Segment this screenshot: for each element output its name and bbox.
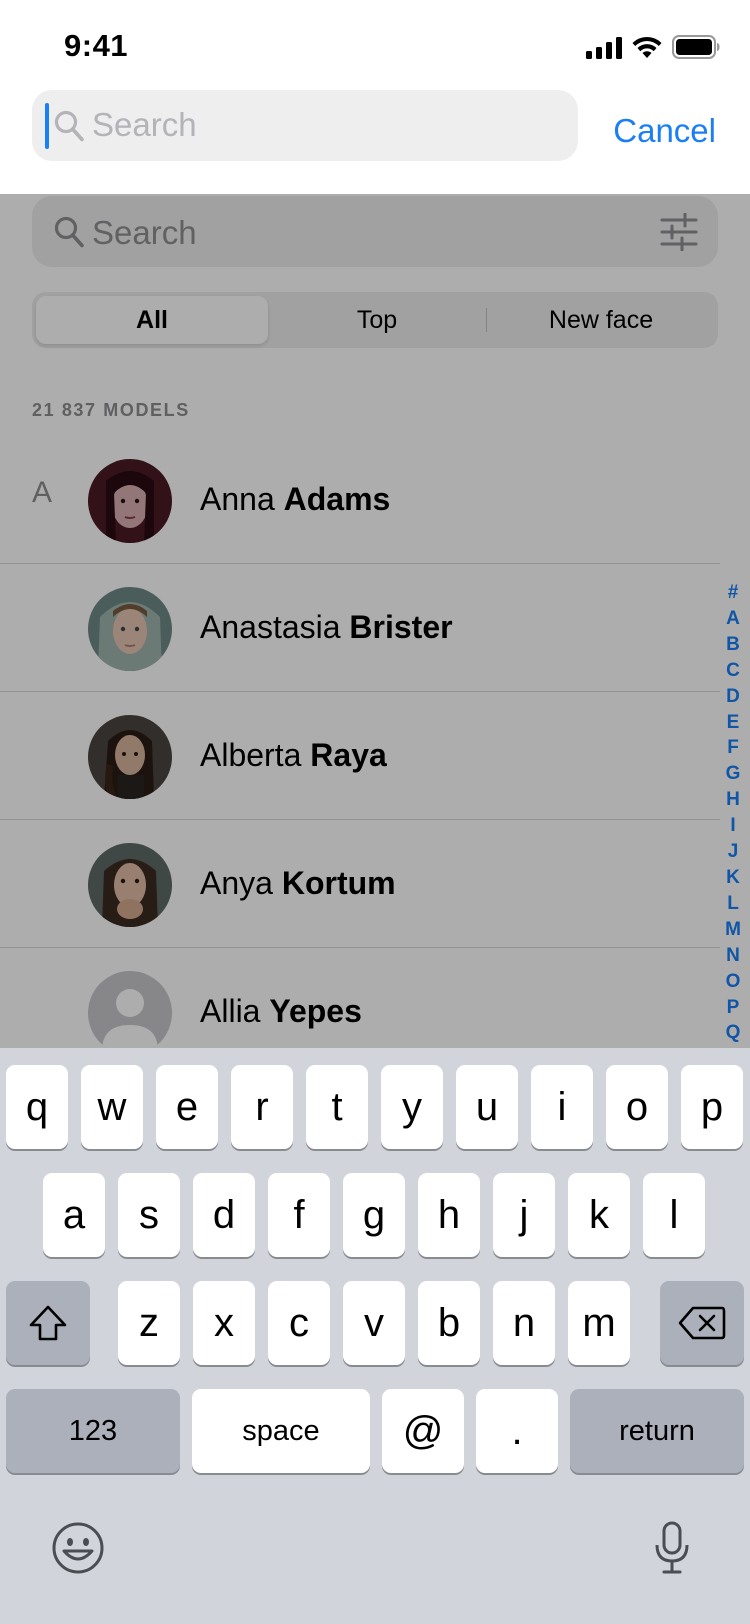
key-f[interactable]: f [268, 1173, 330, 1257]
avatar [88, 843, 172, 927]
search-input[interactable] [92, 98, 562, 152]
key-t[interactable]: t [306, 1065, 368, 1149]
key-e[interactable]: e [156, 1065, 218, 1149]
search-icon [54, 216, 84, 248]
filter-sliders-icon[interactable] [660, 213, 698, 251]
index-letter[interactable]: K [722, 865, 744, 891]
list-item-model[interactable]: Alberta Raya [0, 692, 720, 820]
index-letter[interactable]: D [722, 684, 744, 710]
list-search-bar[interactable]: Search [32, 196, 718, 267]
avatar [88, 459, 172, 543]
index-letter[interactable]: N [722, 943, 744, 969]
shift-arrow-icon [29, 1305, 67, 1341]
search-field[interactable] [32, 90, 578, 161]
space-key[interactable]: space [192, 1389, 370, 1473]
search-header: Cancel [0, 88, 750, 194]
status-icons [586, 33, 720, 59]
key-i[interactable]: i [531, 1065, 593, 1149]
key-z[interactable]: z [118, 1281, 180, 1365]
key-v[interactable]: v [343, 1281, 405, 1365]
dot-key[interactable]: . [476, 1389, 558, 1473]
segmented-control: All Top New face [32, 292, 718, 348]
numbers-key[interactable]: 123 [6, 1389, 180, 1473]
list-search-placeholder: Search [92, 214, 197, 251]
key-w[interactable]: w [81, 1065, 143, 1149]
index-letter[interactable]: # [722, 580, 744, 606]
index-letter[interactable]: E [722, 710, 744, 736]
key-l[interactable]: l [643, 1173, 705, 1257]
key-b[interactable]: b [418, 1281, 480, 1365]
emoji-button[interactable] [48, 1518, 108, 1578]
return-key[interactable]: return [570, 1389, 744, 1473]
at-key[interactable]: @ [382, 1389, 464, 1473]
models-list-screen: Search All Top New face 21 837 MODELS A … [0, 194, 750, 1048]
index-letter[interactable]: Q [722, 1020, 744, 1046]
key-h[interactable]: h [418, 1173, 480, 1257]
model-name: Anya Kortum [200, 865, 396, 901]
key-o[interactable]: o [606, 1065, 668, 1149]
key-a[interactable]: a [43, 1173, 105, 1257]
status-time: 9:41 [64, 28, 129, 63]
index-letter[interactable]: H [722, 787, 744, 813]
key-d[interactable]: d [193, 1173, 255, 1257]
section-index[interactable]: # A B C D E F G H I J K L M N O P Q [722, 580, 744, 1046]
avatar [88, 715, 172, 799]
key-c[interactable]: c [268, 1281, 330, 1365]
key-r[interactable]: r [231, 1065, 293, 1149]
index-letter[interactable]: B [722, 632, 744, 658]
shift-key[interactable] [6, 1281, 90, 1365]
text-caret [45, 103, 49, 149]
status-bar: 9:41 [0, 0, 750, 88]
list-item-model[interactable]: Allia Yepes [0, 948, 720, 1048]
key-u[interactable]: u [456, 1065, 518, 1149]
key-q[interactable]: q [6, 1065, 68, 1149]
index-letter[interactable]: J [722, 839, 744, 865]
microphone-icon [655, 1521, 689, 1574]
index-letter[interactable]: M [722, 917, 744, 943]
keyboard: q w e r t y u i o p a s d f g h j k l z … [0, 1048, 750, 1624]
index-letter[interactable]: P [722, 995, 744, 1021]
wifi-icon [632, 36, 662, 58]
segment-all[interactable]: All [36, 296, 268, 344]
search-icon [54, 110, 84, 142]
model-name: Allia Yepes [200, 993, 362, 1029]
key-p[interactable]: p [681, 1065, 743, 1149]
battery-icon [672, 35, 720, 59]
key-m[interactable]: m [568, 1281, 630, 1365]
segment-top[interactable]: Top [268, 296, 486, 344]
cancel-button[interactable]: Cancel [613, 112, 716, 150]
backspace-icon [678, 1306, 726, 1340]
index-letter[interactable]: C [722, 658, 744, 684]
index-letter[interactable]: G [722, 761, 744, 787]
key-k[interactable]: k [568, 1173, 630, 1257]
index-letter[interactable]: L [722, 891, 744, 917]
cellular-signal-icon [586, 37, 622, 59]
index-letter[interactable]: F [722, 735, 744, 761]
emoji-icon [52, 1522, 104, 1574]
index-letter[interactable]: I [722, 813, 744, 839]
list-item-model[interactable]: Anya Kortum [0, 820, 720, 948]
key-y[interactable]: y [381, 1065, 443, 1149]
avatar [88, 587, 172, 671]
list-item-model[interactable]: A Anna Adams [0, 436, 720, 564]
index-letter[interactable]: A [722, 606, 744, 632]
model-count-label: 21 837 MODELS [32, 400, 190, 420]
model-name: Anna Adams [200, 481, 391, 517]
model-name: Alberta Raya [200, 737, 387, 773]
key-g[interactable]: g [343, 1173, 405, 1257]
key-j[interactable]: j [493, 1173, 555, 1257]
list-item-model[interactable]: Anastasia Brister [0, 564, 720, 692]
key-s[interactable]: s [118, 1173, 180, 1257]
section-letter: A [32, 476, 53, 509]
delete-key[interactable] [660, 1281, 744, 1365]
model-name: Anastasia Brister [200, 609, 453, 645]
dictation-button[interactable] [642, 1518, 702, 1578]
key-n[interactable]: n [493, 1281, 555, 1365]
key-x[interactable]: x [193, 1281, 255, 1365]
segment-new-face[interactable]: New face [487, 296, 715, 344]
avatar-placeholder-icon [88, 971, 172, 1048]
index-letter[interactable]: O [722, 969, 744, 995]
